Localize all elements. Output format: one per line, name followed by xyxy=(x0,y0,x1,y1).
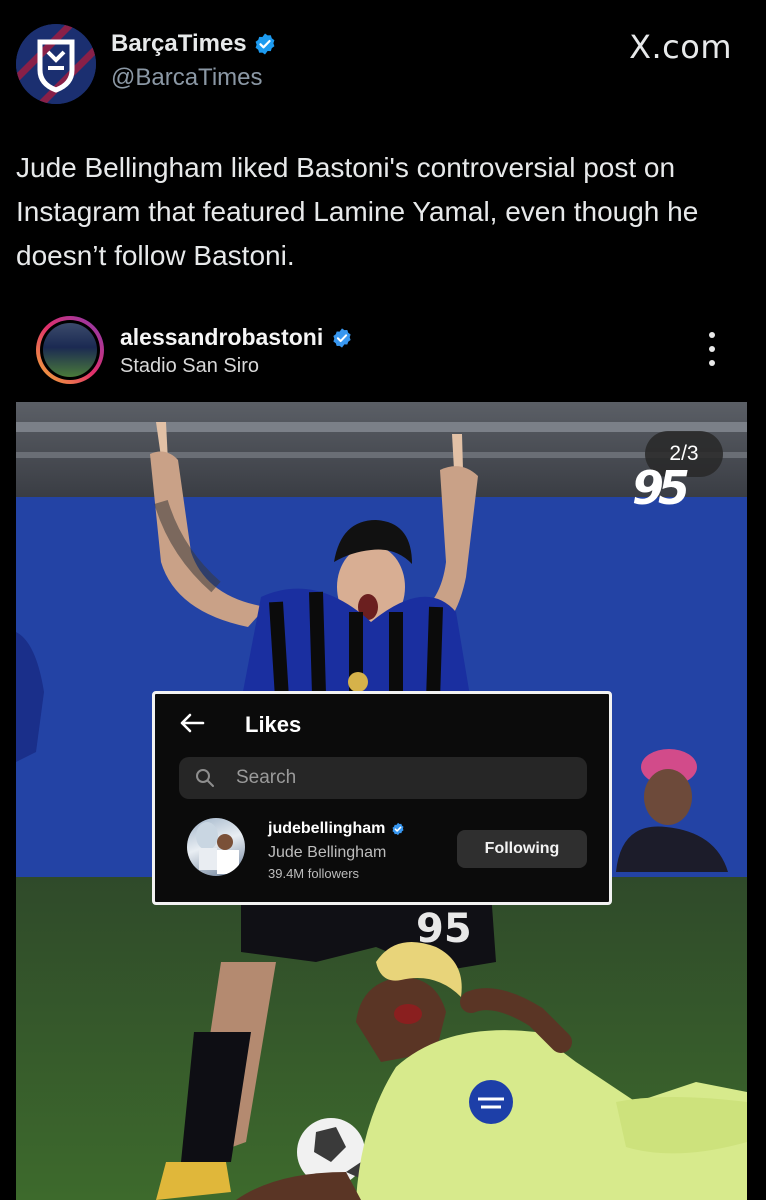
instagram-location[interactable]: Stadio San Siro xyxy=(120,355,259,378)
search-icon xyxy=(196,769,214,787)
liker-avatar[interactable] xyxy=(187,818,245,876)
liker-photo xyxy=(196,822,239,874)
verified-badge-icon xyxy=(255,33,275,55)
liker-verified-icon xyxy=(392,822,404,836)
liker-followers: 39.4M followers xyxy=(268,866,360,881)
liker-username[interactable]: judebellingham xyxy=(268,820,405,838)
following-button[interactable]: Following xyxy=(457,830,587,868)
more-options-icon[interactable] xyxy=(707,332,717,366)
search-placeholder: Search xyxy=(236,767,297,788)
user-handle[interactable]: @BarcaTimes xyxy=(111,64,263,92)
instagram-post-header: alessandrobastoni Stadio San Siro xyxy=(16,296,747,402)
back-arrow-icon[interactable] xyxy=(177,708,207,738)
instagram-verified-icon xyxy=(333,327,351,348)
display-name[interactable]: BarçaTimes xyxy=(111,30,277,58)
likes-panel: Likes Search judebellingham Jude Belling… xyxy=(152,691,612,905)
x-com-brand: X.com xyxy=(629,28,732,66)
likes-title: Likes xyxy=(245,712,302,737)
liker-username-text: judebellingham xyxy=(268,820,386,837)
instagram-username[interactable]: alessandrobastoni xyxy=(120,324,353,351)
display-name-text: BarçaTimes xyxy=(111,30,247,57)
barcatimes-avatar[interactable] xyxy=(16,24,96,104)
tweet-text: Jude Bellingham liked Bastoni's controve… xyxy=(16,152,699,271)
instagram-avatar[interactable] xyxy=(36,316,104,384)
barcatimes-logo-icon xyxy=(16,24,96,104)
number-logo: 95 xyxy=(632,461,690,515)
likes-search-input[interactable]: Search xyxy=(179,757,587,799)
liker-full-name: Jude Bellingham xyxy=(268,844,387,861)
instagram-username-text: alessandrobastoni xyxy=(120,324,324,350)
